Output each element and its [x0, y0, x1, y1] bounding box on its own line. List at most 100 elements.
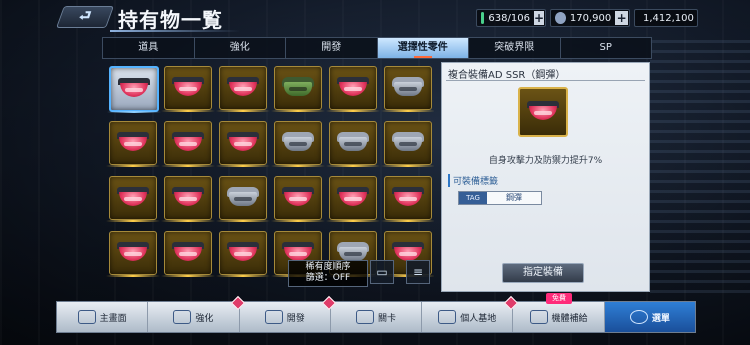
armor-part-icon	[227, 187, 259, 207]
detail-panel: 複合裝備AD SSR（鋼彈） 自身攻擊力及防禦力提升7% 可裝備標籤 TAG 鋼…	[441, 62, 650, 292]
equip-button[interactable]: 指定裝備	[502, 263, 584, 283]
part-slot[interactable]	[161, 66, 215, 112]
mouth-part-icon	[527, 101, 559, 121]
parts-grid	[104, 62, 434, 290]
nav-supply[interactable]: 機體補給	[513, 302, 605, 332]
part-slot[interactable]	[326, 121, 380, 167]
filter-label: 篩選：OFF	[305, 273, 351, 283]
back-button[interactable]: ⮐	[55, 6, 115, 28]
armor-part-icon	[392, 77, 424, 97]
supply-icon	[529, 310, 548, 324]
nav-menu[interactable]: 選單	[604, 302, 695, 332]
tab-enhance[interactable]: 強化	[195, 38, 286, 58]
nav-stage[interactable]: 關卡	[331, 302, 423, 332]
armor-part-icon	[282, 132, 314, 152]
base-icon	[438, 310, 457, 324]
gold-value: 1,412,100	[643, 12, 694, 24]
nav-label: 主畫面	[99, 313, 127, 324]
mouth-part-icon	[282, 242, 314, 262]
mouth-part-icon	[172, 132, 204, 152]
nav-enhance[interactable]: 強化	[148, 295, 245, 332]
mouth-part-icon	[337, 187, 369, 207]
nav-base[interactable]: 個人基地	[422, 295, 519, 332]
bottom-nav: 主畫面 強化 開發 關卡 個人基地 機體補給 選單	[56, 295, 696, 333]
part-slot[interactable]	[216, 66, 270, 112]
gold-counter: 1,412,100	[634, 9, 698, 27]
part-slot[interactable]	[271, 66, 325, 112]
capacity-value: 638/106	[488, 12, 530, 24]
part-slot[interactable]	[326, 176, 380, 222]
part-slot[interactable]	[106, 231, 160, 277]
mouth-part-icon	[392, 242, 424, 262]
mouth-part-icon	[227, 132, 259, 152]
nav-develop[interactable]: 開發	[240, 295, 336, 332]
part-slot[interactable]	[161, 231, 215, 277]
mouth-part-icon	[172, 77, 204, 97]
mouth-part-icon	[282, 187, 314, 207]
mouth-part-icon	[118, 78, 150, 98]
part-effect: 自身攻擊力及防禦力提升7%	[488, 156, 603, 166]
nav-label: 開發	[286, 313, 305, 324]
sort-direction-button[interactable]: ≡	[406, 260, 430, 284]
tag-row: TAG 鋼彈	[458, 191, 542, 205]
part-slot[interactable]	[326, 66, 380, 112]
credit-icon	[555, 12, 566, 24]
nav-label: 機體補給	[551, 313, 588, 324]
armor-part-icon	[337, 242, 369, 262]
tag-heading: 可裝備標籤	[448, 174, 498, 187]
mouth-part-icon	[337, 77, 369, 97]
nav-label: 關卡	[377, 313, 396, 324]
armor-part-icon	[337, 132, 369, 152]
part-slot[interactable]	[216, 121, 270, 167]
mouth-part-icon	[227, 77, 259, 97]
tab-develop[interactable]: 開發	[286, 38, 378, 58]
title-underline	[110, 30, 240, 32]
sort-icon: ≡	[412, 265, 424, 279]
free-badge: 免費	[546, 293, 572, 304]
armor-part-icon	[392, 132, 424, 152]
tag-value: 鋼彈	[487, 192, 541, 204]
green-armor-part-icon	[282, 77, 314, 97]
menu-icon	[629, 310, 648, 324]
part-slot[interactable]	[106, 121, 160, 167]
credits-value: 170,900	[569, 12, 612, 24]
divider	[446, 80, 645, 81]
part-slot[interactable]	[381, 176, 434, 222]
display-icon: ▭	[376, 265, 388, 279]
tab-limit-break[interactable]: 突破界限	[469, 38, 561, 58]
part-slot[interactable]	[271, 121, 325, 167]
mouth-part-icon	[117, 132, 149, 152]
capacity-counter: 638/106 +	[476, 9, 546, 27]
part-slot[interactable]	[106, 176, 160, 222]
view-toggle-button[interactable]: ▭	[370, 260, 394, 284]
develop-icon	[264, 310, 283, 324]
tab-sp[interactable]: SP	[561, 38, 652, 58]
tab-optional-parts[interactable]: 選擇性零件	[377, 38, 469, 58]
part-slot[interactable]	[216, 176, 270, 222]
mouth-part-icon	[117, 187, 149, 207]
part-slot[interactable]	[381, 121, 434, 167]
nav-home[interactable]: 主畫面	[57, 302, 149, 332]
sort-filter-box[interactable]: 稀有度順序 篩選：OFF	[288, 260, 368, 287]
capacity-plus-button[interactable]: +	[533, 11, 544, 25]
back-arrow-icon: ⮐	[78, 8, 92, 24]
sort-order-label: 稀有度順序	[305, 262, 351, 272]
credits-plus-button[interactable]: +	[615, 11, 628, 25]
mouth-part-icon	[172, 242, 204, 262]
part-slot[interactable]	[381, 66, 434, 112]
background-scanlines	[650, 40, 750, 300]
part-slot[interactable]	[271, 176, 325, 222]
part-slot[interactable]	[161, 176, 215, 222]
header: ⮐ 持有物一覧 638/106 + 170,900 + 1,412,100	[0, 0, 750, 36]
mouth-part-icon	[117, 242, 149, 262]
mouth-part-icon	[172, 187, 204, 207]
rifle-icon	[355, 310, 374, 324]
tab-items[interactable]: 道具	[103, 38, 195, 58]
part-slot[interactable]	[216, 231, 270, 277]
part-slot[interactable]	[107, 66, 161, 113]
part-slot[interactable]	[161, 121, 215, 167]
tag-key: TAG	[459, 192, 487, 204]
category-tabs: 道具 強化 開發 選擇性零件 突破界限 SP	[102, 37, 652, 59]
nav-label: 選單	[651, 313, 670, 324]
home-icon	[77, 310, 96, 324]
